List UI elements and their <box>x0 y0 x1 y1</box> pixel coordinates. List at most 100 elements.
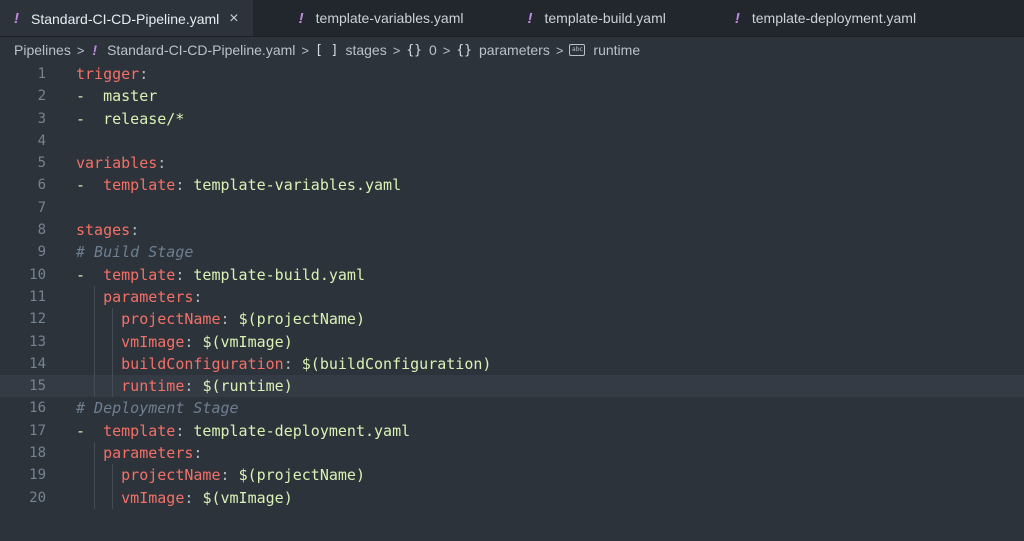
yaml-value: $(buildConfiguration) <box>301 354 492 373</box>
code-line[interactable]: 16 # Deployment Stage <box>0 397 1024 419</box>
line-number: 1 <box>37 66 46 82</box>
code-line[interactable]: 2 - master <box>0 85 1024 107</box>
breadcrumb-item-stages[interactable]: [ ] stages <box>315 42 387 58</box>
object-icon: {} <box>406 42 422 58</box>
chevron-right-icon: > <box>442 42 451 58</box>
breadcrumb-item-file[interactable]: ! Standard-CI-CD-Pipeline.yaml <box>90 42 295 58</box>
yaml-file-icon: ! <box>92 42 98 58</box>
code-line[interactable]: 9 # Build Stage <box>0 241 1024 263</box>
code-line[interactable]: 19 projectName: $(projectName) <box>0 464 1024 487</box>
yaml-value: - <box>76 265 104 284</box>
code-line[interactable]: 12 projectName: $(projectName) <box>0 308 1024 331</box>
code-text: - template: template-variables.yaml <box>76 174 401 196</box>
yaml-key: template <box>103 421 176 440</box>
breadcrumb-item-pipelines[interactable]: Pipelines <box>14 42 71 58</box>
code-text: runtime: $(runtime) <box>76 375 293 397</box>
chevron-right-icon: > <box>392 42 401 58</box>
code-line[interactable]: 15 runtime: $(runtime) <box>0 375 1024 398</box>
yaml-value: : <box>184 377 203 396</box>
tab-label: template-deployment.yaml <box>751 10 917 26</box>
tab-label: template-build.yaml <box>544 10 666 26</box>
line-number: 14 <box>29 355 46 372</box>
line-number: 15 <box>29 378 46 395</box>
yaml-value <box>76 444 103 462</box>
code-line[interactable]: 20 vmImage: $(vmImage) <box>0 486 1024 509</box>
code-text: # Build Stage <box>76 241 193 263</box>
breadcrumb-item-index-0[interactable]: {} 0 <box>406 42 436 58</box>
code-text: buildConfiguration: $(buildConfiguration… <box>76 353 491 375</box>
code-line[interactable]: 5 variables: <box>0 152 1024 174</box>
yaml-value: : <box>283 354 302 373</box>
breadcrumb: Pipelines > ! Standard-CI-CD-Pipeline.ya… <box>0 37 1024 63</box>
yaml-value: $(projectName) <box>238 310 365 329</box>
tab-template-deployment[interactable]: ! template-deployment.yaml <box>680 0 930 36</box>
yaml-value: release/* <box>103 109 185 128</box>
yaml-file-icon: ! <box>527 9 533 27</box>
tab-standard-ci-cd-pipeline[interactable]: ! Standard-CI-CD-Pipeline.yaml × <box>0 0 253 36</box>
code-text: - release/* <box>76 108 184 130</box>
yaml-value: : <box>139 65 149 83</box>
yaml-comment: # Deployment Stage <box>76 399 239 418</box>
yaml-comment: # Build Stage <box>76 243 194 262</box>
array-icon: [ ] <box>314 42 339 58</box>
yaml-value: : <box>175 265 194 284</box>
code-line[interactable]: 7 <box>0 197 1024 219</box>
yaml-value <box>76 355 121 373</box>
yaml-value <box>76 288 103 306</box>
code-line[interactable]: 18 parameters: <box>0 442 1024 465</box>
yaml-value: template-build.yaml <box>193 265 365 284</box>
code-line[interactable]: 3 - release/* <box>0 108 1024 130</box>
breadcrumb-label: parameters <box>479 42 550 58</box>
yaml-key: projectName <box>121 310 221 329</box>
breadcrumb-item-parameters[interactable]: {} parameters <box>456 42 549 58</box>
code-text: projectName: $(projectName) <box>76 308 365 330</box>
yaml-value: $(vmImage) <box>202 488 293 507</box>
code-line[interactable]: 8 stages: <box>0 219 1024 241</box>
code-text: # Deployment Stage <box>76 397 239 419</box>
yaml-key: variables <box>76 154 158 173</box>
code-line[interactable]: 13 vmImage: $(vmImage) <box>0 330 1024 353</box>
yaml-value: - <box>76 421 104 440</box>
tab-label: template-variables.yaml <box>315 10 464 26</box>
tab-template-variables[interactable]: ! template-variables.yaml <box>253 0 478 36</box>
line-number: 12 <box>29 311 46 328</box>
chevron-right-icon: > <box>301 42 309 58</box>
code-text: parameters: <box>76 286 202 308</box>
line-number: 11 <box>29 288 46 305</box>
code-line[interactable]: 6 - template: template-variables.yaml <box>0 174 1024 196</box>
yaml-value: : <box>184 332 203 351</box>
code-line[interactable]: 1 trigger: <box>0 63 1024 85</box>
yaml-value: : <box>157 154 167 173</box>
line-number: 18 <box>29 445 46 462</box>
yaml-key: template <box>103 176 176 195</box>
chevron-right-icon: > <box>76 42 85 58</box>
breadcrumb-label: stages <box>345 42 387 58</box>
yaml-value <box>76 489 121 507</box>
code-line[interactable]: 17 - template: template-deployment.yaml <box>0 420 1024 442</box>
code-line[interactable]: 10 - template: template-build.yaml <box>0 264 1024 286</box>
tab-template-build[interactable]: ! template-build.yaml <box>477 0 679 36</box>
yaml-value <box>76 466 121 484</box>
yaml-value: - <box>76 109 104 128</box>
yaml-file-icon: ! <box>734 9 740 27</box>
yaml-file-icon: ! <box>298 9 304 27</box>
code-text: - template: template-deployment.yaml <box>76 420 410 442</box>
chevron-right-icon: > <box>555 42 564 58</box>
close-icon[interactable]: × <box>229 10 238 28</box>
yaml-value: : <box>175 176 194 195</box>
code-editor[interactable]: 1 trigger: 2 - master 3 - release/* 4 5 variable… <box>0 63 1024 541</box>
yaml-key: runtime <box>121 377 185 396</box>
yaml-key: vmImage <box>121 332 185 351</box>
code-line[interactable]: 4 <box>0 130 1024 152</box>
code-line[interactable]: 11 parameters: <box>0 285 1024 309</box>
breadcrumb-label: Pipelines <box>14 42 71 58</box>
breadcrumb-item-runtime[interactable]: abc runtime <box>569 42 640 58</box>
yaml-value: : <box>220 466 239 485</box>
line-number: 13 <box>29 333 46 350</box>
code-line[interactable]: 14 buildConfiguration: $(buildConfigurat… <box>0 352 1024 376</box>
yaml-key: parameters <box>103 287 194 306</box>
code-text: vmImage: $(vmImage) <box>76 487 293 509</box>
line-number: 6 <box>37 177 46 194</box>
line-number: 5 <box>37 155 46 172</box>
line-number: 17 <box>29 422 46 439</box>
